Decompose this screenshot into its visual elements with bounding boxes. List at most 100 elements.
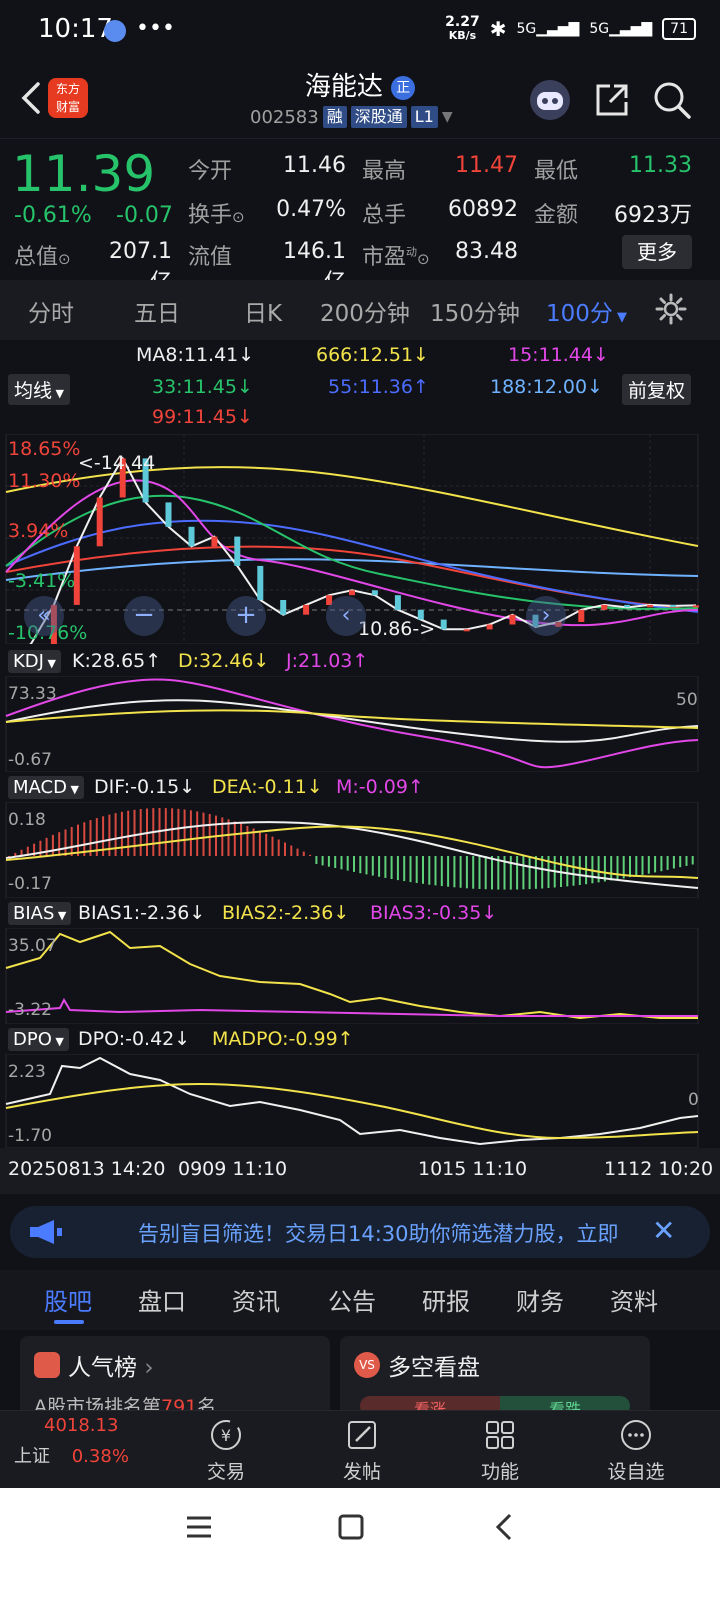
stock-code-row[interactable]: 002583 融 深股通 L1 ▼	[250, 106, 453, 128]
feature-cards: 人气榜 › A股市场排名第791名 VS 多空看盘 看涨 看跌	[0, 1330, 720, 1419]
macd-bar	[189, 810, 192, 856]
post-button[interactable]: 发帖	[322, 1417, 402, 1484]
tab-announcements[interactable]: 公告	[328, 1282, 376, 1317]
macd-bar	[296, 848, 299, 856]
macd-bar	[359, 856, 362, 874]
trade-button[interactable]: ¥ 交易	[186, 1417, 266, 1484]
add-watchlist-button[interactable]: 设自选	[596, 1417, 676, 1484]
tab-orderbook[interactable]: 盘口	[138, 1282, 186, 1317]
tab-forum[interactable]: 股吧	[44, 1282, 92, 1317]
macd-selector[interactable]: MACD ▼	[8, 776, 84, 799]
macd-bar	[578, 856, 581, 885]
macd-bar	[51, 834, 54, 856]
functions-button[interactable]: 功能	[460, 1417, 540, 1484]
macd-bar	[177, 808, 180, 856]
dpo-chart[interactable]	[0, 1054, 720, 1148]
tab-research[interactable]: 研报	[422, 1282, 470, 1317]
status-time: 10:17	[38, 14, 113, 44]
macd-bar	[679, 856, 682, 868]
legend-ma15: 15:11.44↓	[508, 344, 609, 366]
macd-bar	[647, 856, 650, 874]
x-label-0: 20250813 14:20	[8, 1158, 166, 1180]
close-icon[interactable]: ✕	[652, 1214, 675, 1247]
value-pe: 83.48	[455, 239, 518, 264]
x-label-1: 0909 11:10	[178, 1158, 288, 1180]
macd-bar	[472, 856, 475, 889]
macd-bar	[534, 856, 537, 889]
promo-banner[interactable]: 告别盲目筛选！交易日14:30助你筛选潜力股，立即 ✕	[10, 1206, 710, 1258]
scroll-left-icon[interactable]: «	[24, 596, 64, 636]
gear-icon[interactable]	[654, 292, 688, 326]
bull-bear-card[interactable]: VS 多空看盘 看涨 看跌	[340, 1336, 650, 1419]
index-ticker[interactable]: 4018.13 上证 0.38%	[14, 1415, 174, 1468]
madpo-value: MADPO:-0.99↑	[212, 1028, 354, 1050]
bias-selector[interactable]: BIAS ▼	[8, 902, 72, 925]
axis-label-2: 11.30%	[8, 470, 81, 492]
home-icon[interactable]	[336, 1512, 366, 1542]
macd-bar	[415, 856, 418, 883]
label-amount: 金额	[534, 203, 579, 228]
nav-back-icon[interactable]	[490, 1512, 520, 1542]
ma-selector[interactable]: 均线 ▼	[8, 374, 70, 405]
macd-bar	[246, 826, 249, 856]
macd-bar	[434, 856, 437, 886]
macd-bar	[453, 856, 456, 888]
macd-bar	[522, 856, 525, 890]
macd-bar	[403, 856, 406, 882]
value-amount: 6923万	[614, 203, 692, 228]
macd-bar	[629, 856, 631, 878]
battery-icon: 71	[662, 18, 696, 40]
zoom-in-icon[interactable]: +	[226, 596, 266, 636]
zoom-out-icon[interactable]: −	[124, 596, 164, 636]
tab-financials[interactable]: 财务	[516, 1282, 564, 1317]
signal-icon: 5G▁▃▅▇	[516, 21, 580, 37]
tab-150min[interactable]: 150分钟	[430, 294, 520, 328]
kdj-chart[interactable]	[0, 676, 720, 772]
tab-intraday[interactable]: 分时	[28, 294, 74, 328]
current-price: 11.39	[12, 145, 156, 203]
status-bar: 10:17 ••• 2.27 KB/s ✱ 5G▁▃▅▇ 5G▁▃▅▇ 71	[0, 0, 720, 62]
yuan-circle-icon: ¥	[211, 1420, 241, 1450]
legend-ma55: 55:11.36↑	[328, 376, 429, 398]
share-icon[interactable]	[590, 78, 634, 122]
more-button[interactable]: 更多	[622, 235, 692, 269]
tab-100min[interactable]: 100分 ▼	[546, 294, 627, 328]
macd-bar	[509, 856, 512, 890]
scroll-back-icon[interactable]: ‹	[326, 596, 366, 636]
macd-bar	[672, 856, 675, 869]
quote-panel: 11.39 -0.61% -0.07 今开 11.46 最高 11.47 最低 …	[0, 138, 720, 295]
bias-chart[interactable]	[0, 928, 720, 1024]
kdj-axis-top: 73.33	[8, 684, 57, 704]
legend-ma666: 666:12.51↓	[316, 344, 429, 366]
tab-200min[interactable]: 200分钟	[320, 294, 410, 328]
tab-news[interactable]: 资讯	[232, 1282, 280, 1317]
macd-bar	[409, 856, 412, 883]
tab-profile[interactable]: 资料	[610, 1282, 658, 1317]
kdj-selector[interactable]: KDJ ▼	[8, 650, 61, 673]
macd-bar	[484, 856, 487, 890]
tab-daily-k[interactable]: 日K	[244, 294, 282, 328]
tab-five-day[interactable]: 五日	[134, 294, 180, 328]
value-low: 11.33	[629, 153, 692, 178]
bias-3: BIAS3:-0.35↓	[370, 902, 498, 924]
macd-bar	[566, 856, 569, 887]
robot-assistant-icon[interactable]	[528, 78, 572, 122]
info-tabs: 股吧 盘口 资讯 公告 研报 财务 资料	[0, 1270, 720, 1330]
macd-bar	[164, 808, 167, 856]
bottom-bar: 4018.13 上证 0.38% ¥ 交易 发帖 功能 设自选	[0, 1410, 720, 1488]
candle	[394, 595, 401, 610]
candle	[624, 604, 631, 608]
macd-bar	[654, 856, 657, 873]
search-icon[interactable]	[650, 78, 694, 122]
adjust-button[interactable]: 前复权	[622, 374, 692, 405]
macd-chart[interactable]	[0, 802, 720, 898]
macd-bar	[666, 856, 669, 870]
macd-bar	[334, 856, 337, 868]
scroll-forward-icon[interactable]: ›	[526, 596, 566, 636]
macd-bar	[465, 856, 468, 889]
menu-icon[interactable]	[184, 1512, 214, 1542]
dpo-selector[interactable]: DPO ▼	[8, 1028, 69, 1051]
legend-ma188: 188:12.00↓	[490, 376, 603, 398]
popularity-card[interactable]: 人气榜 › A股市场排名第791名	[20, 1336, 330, 1418]
macd-bar	[641, 856, 644, 875]
